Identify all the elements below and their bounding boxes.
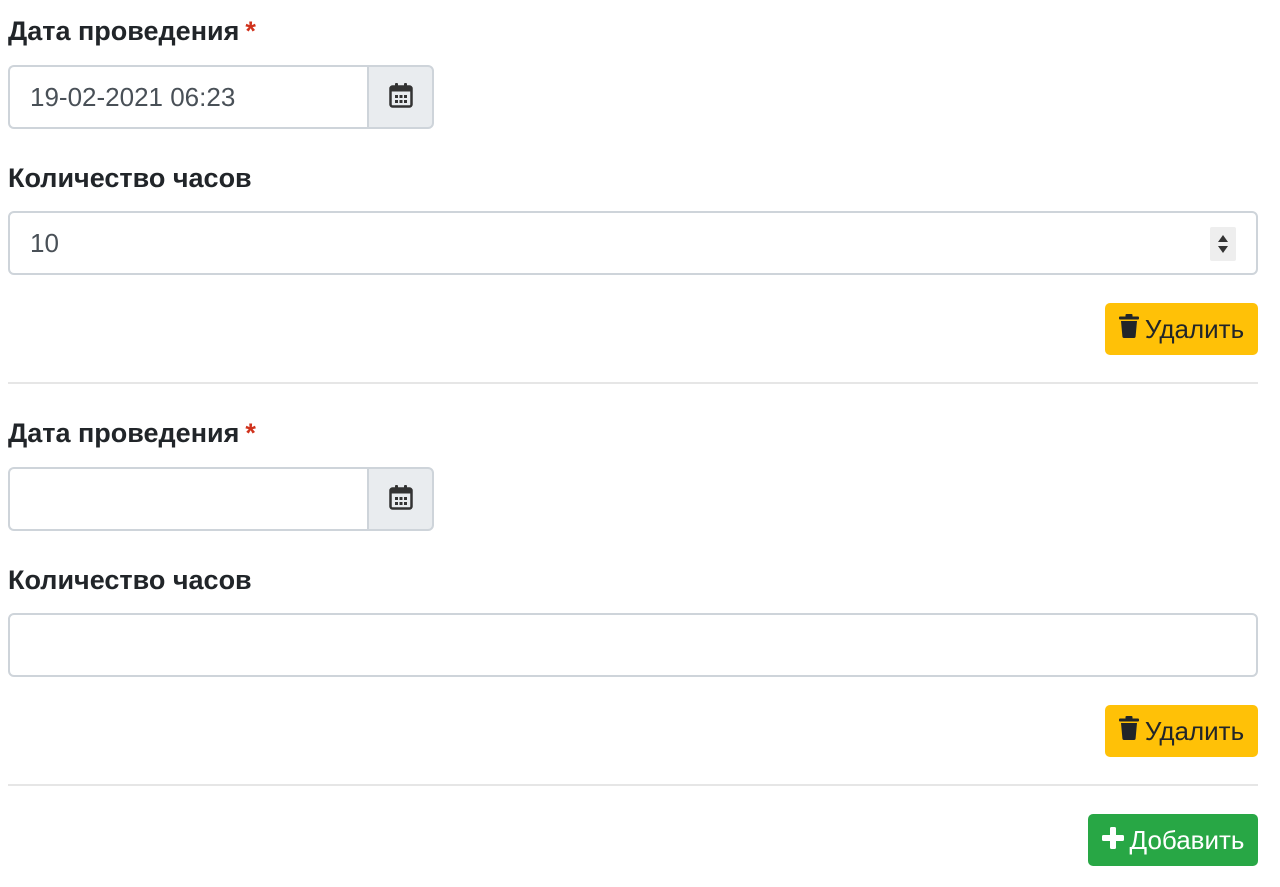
- add-button[interactable]: Добавить: [1088, 814, 1258, 866]
- delete-button[interactable]: Удалить: [1105, 303, 1258, 355]
- calendar-button[interactable]: [367, 467, 434, 531]
- calendar-button[interactable]: [367, 65, 434, 129]
- date-label: Дата проведения *: [8, 417, 256, 449]
- date-input[interactable]: [8, 65, 367, 129]
- hours-label: Количество часов: [8, 565, 252, 595]
- required-mark: *: [245, 418, 256, 448]
- date-input-group: [8, 467, 434, 531]
- add-button-label: Добавить: [1129, 824, 1245, 855]
- date-label: Дата проведения *: [8, 15, 256, 47]
- calendar-icon: [388, 82, 413, 113]
- delete-button-label: Удалить: [1144, 715, 1245, 746]
- hours-label: Количество часов: [8, 163, 252, 193]
- delete-button[interactable]: Удалить: [1105, 705, 1258, 757]
- date-input-group: [8, 65, 434, 129]
- trash-icon: [1118, 313, 1139, 345]
- trash-icon: [1118, 715, 1139, 747]
- calendar-icon: [388, 484, 413, 515]
- date-label-text: Дата проведения: [8, 418, 240, 448]
- increment-arrow-icon[interactable]: [1218, 235, 1228, 242]
- delete-button-label: Удалить: [1144, 313, 1245, 344]
- entry-divider: [8, 784, 1258, 786]
- number-stepper[interactable]: [1210, 227, 1236, 261]
- hours-value: 10: [30, 228, 59, 258]
- hours-input[interactable]: 10: [8, 211, 1258, 275]
- required-mark: *: [245, 16, 256, 46]
- date-input[interactable]: [8, 467, 367, 531]
- date-label-text: Дата проведения: [8, 16, 240, 46]
- hours-input[interactable]: [8, 613, 1258, 677]
- entry-divider: [8, 382, 1258, 384]
- decrement-arrow-icon[interactable]: [1218, 246, 1228, 253]
- plus-icon: [1101, 825, 1124, 856]
